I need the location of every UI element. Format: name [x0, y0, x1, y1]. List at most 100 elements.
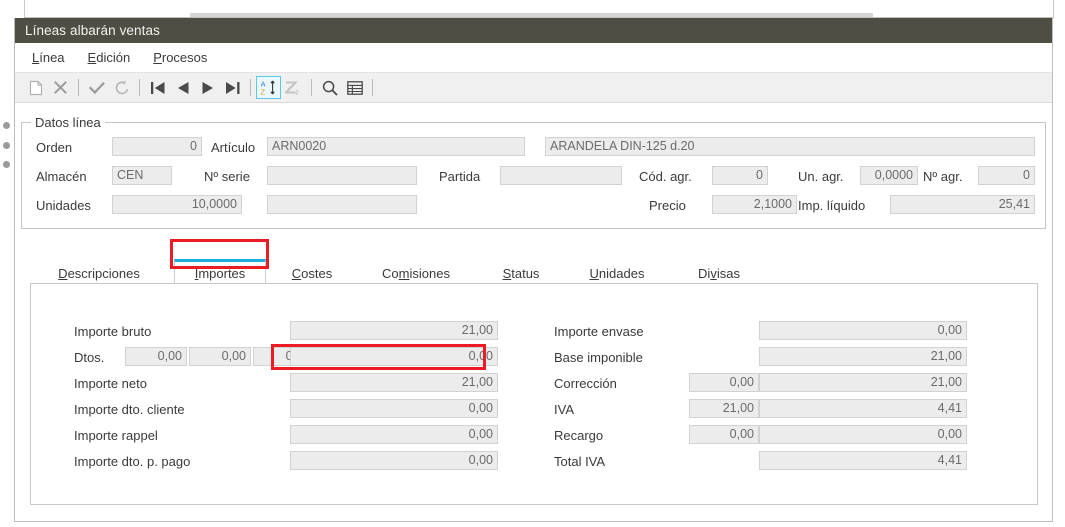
dtos-pct-2-field[interactable]: 0,00: [189, 347, 251, 366]
n-serie-label: Nº serie: [204, 169, 250, 184]
menu-edicion-mnemonic: E: [87, 50, 97, 65]
tab-descripciones-mnemonic: D: [58, 265, 68, 281]
importe-envase-field[interactable]: 0,00: [759, 321, 967, 340]
partida-label: Partida: [439, 169, 481, 184]
importe-neto-label: Importe neto: [74, 376, 147, 391]
tab-unidades-label: nidades: [598, 265, 645, 281]
orden-field[interactable]: 0: [112, 137, 202, 156]
total-iva-field[interactable]: 4,41: [759, 451, 967, 470]
precio-field[interactable]: 2,1000: [712, 195, 797, 214]
menu-item-procesos[interactable]: Procesos: [144, 47, 216, 68]
unidades-secondary-field[interactable]: [267, 195, 417, 214]
tab-costes-mnemonic: C: [291, 265, 302, 281]
tab-divisas[interactable]: Divisas: [675, 262, 763, 284]
parent-window-edge-left: [24, 0, 25, 18]
menu-procesos-rest: rocesos: [161, 50, 208, 65]
importe-bruto-field[interactable]: 21,00: [290, 321, 498, 340]
search-icon[interactable]: [317, 76, 342, 99]
importe-bruto-label: Importe bruto: [74, 324, 152, 339]
iva-label: IVA: [554, 402, 574, 417]
correccion-label: Corrección: [554, 376, 617, 391]
menu-procesos-mnemonic: P: [153, 50, 162, 65]
partida-field[interactable]: [500, 166, 622, 185]
last-record-icon[interactable]: [220, 76, 245, 99]
delete-icon[interactable]: [48, 76, 73, 99]
iva-pct-field[interactable]: 21,00: [689, 399, 759, 418]
importe-envase-label: Importe envase: [554, 324, 644, 339]
sort-asc-icon[interactable]: A Z: [256, 76, 281, 99]
undo-icon[interactable]: [109, 76, 134, 99]
tab-comisiones-pre: Co: [382, 265, 399, 281]
tab-comisiones[interactable]: Comisiones: [358, 262, 474, 284]
importe-rappel-field[interactable]: 0,00: [290, 425, 498, 444]
tab-status-mnemonic: S: [502, 265, 512, 281]
tab-costes-label: ostes: [301, 265, 333, 281]
n-agr-field[interactable]: 0: [978, 166, 1035, 185]
parent-window-toolbar-hint: [190, 13, 873, 17]
orden-label: Orden: [36, 140, 73, 155]
tab-descripciones[interactable]: Descripciones: [30, 262, 168, 284]
grid-view-icon[interactable]: [342, 76, 367, 99]
svg-text:Z: Z: [261, 88, 266, 96]
correccion-field[interactable]: 21,00: [759, 373, 967, 392]
n-serie-field[interactable]: [267, 166, 417, 185]
importe-dto-p-pago-field[interactable]: 0,00: [290, 451, 498, 470]
tab-costes[interactable]: Costes: [272, 262, 352, 284]
tab-comisiones-mnemonic: m: [398, 265, 410, 281]
next-record-icon[interactable]: [195, 76, 220, 99]
importe-dto-p-pago-label: Importe dto. p. pago: [74, 454, 191, 469]
almacen-field[interactable]: CEN: [112, 166, 172, 185]
recargo-field[interactable]: 0,00: [759, 425, 967, 444]
articulo-field[interactable]: ARN0020: [267, 137, 525, 156]
svg-text:z: z: [295, 87, 299, 96]
importe-dto-cliente-field[interactable]: 0,00: [290, 399, 498, 418]
imp-liquido-field[interactable]: 25,41: [890, 195, 1035, 214]
un-agr-field[interactable]: 0,0000: [860, 166, 918, 185]
base-imponible-field[interactable]: 21,00: [759, 347, 967, 366]
cod-agr-field[interactable]: 0: [712, 166, 768, 185]
importe-rappel-label: Importe rappel: [74, 428, 158, 443]
datos-linea-legend: Datos línea: [31, 115, 105, 130]
recargo-label: Recargo: [554, 428, 604, 443]
unidades-field[interactable]: 10,0000: [112, 195, 242, 214]
tab-status-label: tatus: [511, 265, 540, 281]
base-imponible-label: Base imponible: [554, 350, 643, 365]
new-icon[interactable]: [23, 76, 48, 99]
tab-status[interactable]: Status: [482, 262, 560, 284]
sort-desc-icon[interactable]: z: [281, 76, 306, 99]
window-title: Líneas albarán ventas: [25, 23, 160, 38]
importes-tab-panel: Importe bruto 21,00 Dtos. 0,00 0,00 0,00…: [30, 283, 1038, 505]
unidades-label: Unidades: [36, 198, 91, 213]
articulo-label: Artículo: [211, 140, 256, 155]
tab-unidades-mnemonic: U: [589, 265, 599, 281]
importe-neto-field[interactable]: 21,00: [290, 373, 498, 392]
importe-dto-cliente-label: Importe dto. cliente: [74, 402, 185, 417]
window-titlebar: Líneas albarán ventas: [15, 18, 1052, 43]
prev-record-icon[interactable]: [170, 76, 195, 99]
cod-agr-label: Cód. agr.: [639, 169, 692, 184]
tab-comisiones-label: isiones: [409, 265, 450, 281]
iva-field[interactable]: 4,41: [759, 399, 967, 418]
menu-item-edicion[interactable]: Edición: [79, 47, 140, 68]
tab-importes[interactable]: Importes: [174, 259, 266, 284]
menu-edicion-rest: dición: [96, 50, 131, 65]
menubar: Línea Edición Procesos: [15, 43, 1052, 72]
correccion-aux-field[interactable]: 0,00: [689, 373, 759, 392]
dtos-importe-field[interactable]: 0,00: [290, 347, 498, 366]
confirm-icon[interactable]: [84, 76, 109, 99]
recargo-pct-field[interactable]: 0,00: [689, 425, 759, 444]
window-drag-handle[interactable]: [2, 122, 11, 168]
n-agr-label: Nº agr.: [923, 169, 963, 184]
toolbar-separator: [78, 79, 79, 96]
first-record-icon[interactable]: [145, 76, 170, 99]
toolbar-separator: [372, 79, 373, 96]
tab-descripciones-label: escripciones: [67, 265, 140, 281]
imp-liquido-label: Imp. líquido: [798, 198, 866, 213]
articulo-descripcion-field[interactable]: ARANDELA DIN-125 d.20: [545, 137, 1035, 156]
precio-label: Precio: [649, 198, 686, 213]
menu-item-linea[interactable]: Línea: [23, 47, 74, 68]
tab-unidades[interactable]: Unidades: [567, 262, 667, 284]
tab-divisas-label: isas: [716, 265, 740, 281]
menu-linea-rest: ínea: [39, 50, 65, 65]
dtos-pct-1-field[interactable]: 0,00: [125, 347, 187, 366]
